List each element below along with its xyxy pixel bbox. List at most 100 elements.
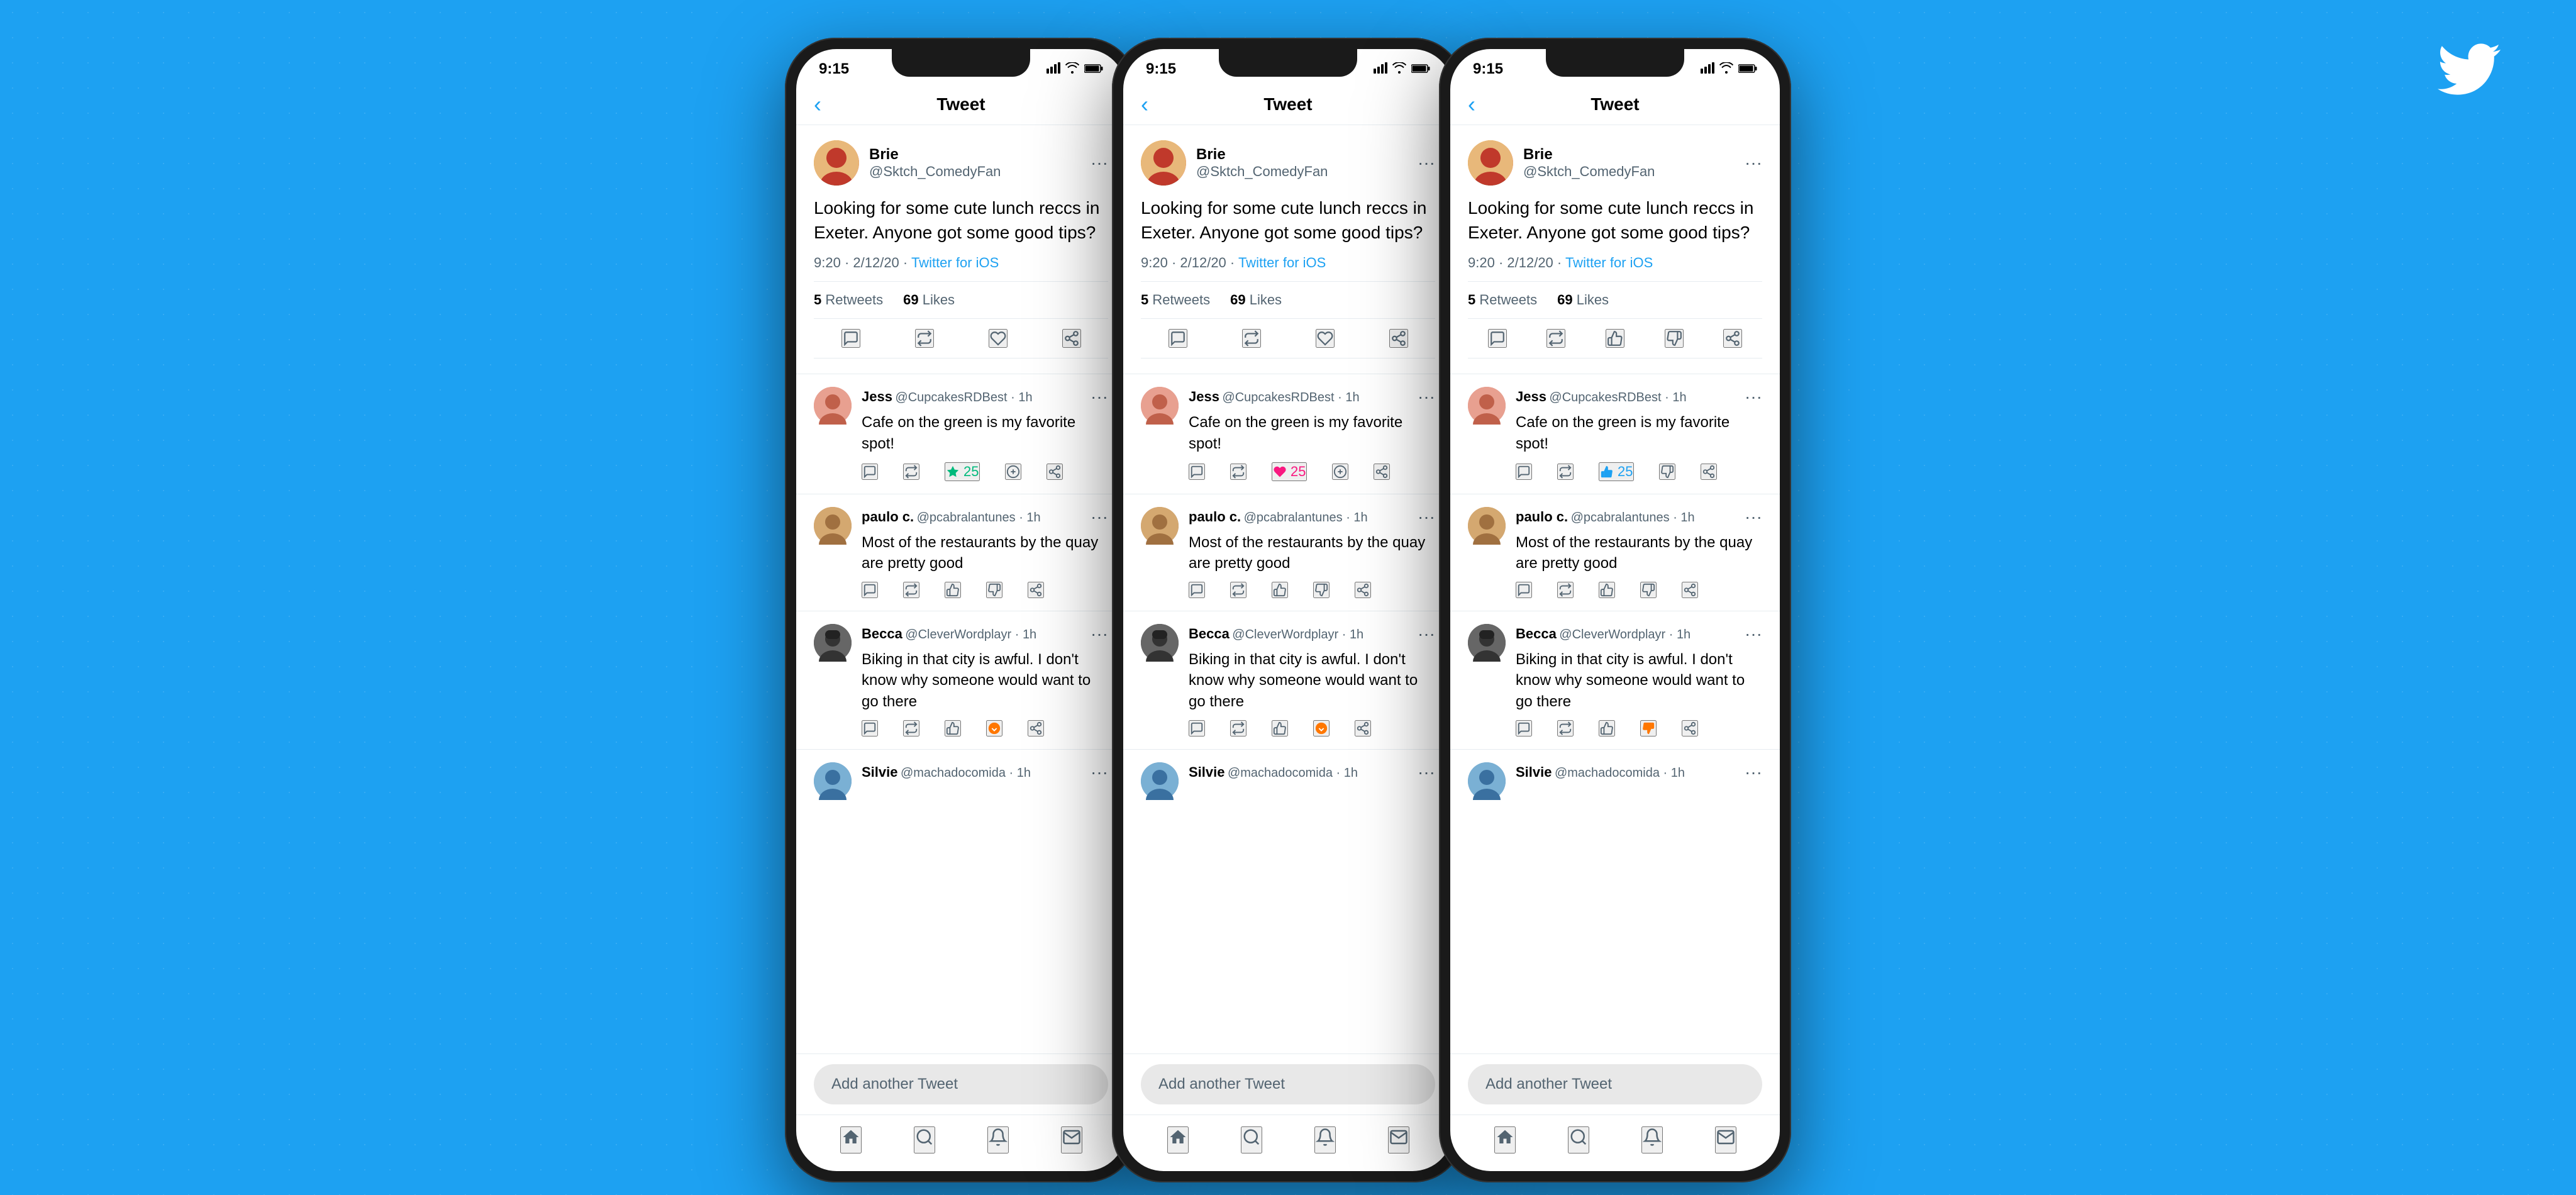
reply-p2-2-comment[interactable] (1189, 582, 1205, 598)
reply-1-author-info: Jess @CupcakesRDBest · 1h (862, 389, 1033, 405)
reply-p3-1-share[interactable] (1701, 464, 1717, 480)
reply-p3-3-handle: @CleverWordplayr · 1h (1559, 628, 1690, 642)
phone-3-platform-link[interactable]: Twitter for iOS (1565, 255, 1653, 270)
reply-p3-3-thumbsup[interactable] (1599, 720, 1615, 736)
reply-p3-1-thumbsup[interactable]: 25 (1599, 462, 1634, 481)
reply-p2-1-comment[interactable] (1189, 464, 1205, 480)
phone-1-platform-link[interactable]: Twitter for iOS (911, 255, 999, 270)
reply-p3-2-thumbsdown[interactable] (1640, 582, 1657, 598)
reply-2-comment[interactable] (862, 582, 878, 598)
phone-2-bottom-nav (1123, 1114, 1453, 1171)
phone-3-retweet-action[interactable] (1546, 329, 1565, 348)
phone-3-dislike-action[interactable] (1665, 329, 1684, 348)
reply-p2-1-heart[interactable]: 25 (1272, 462, 1307, 481)
phone-1-mail-nav[interactable] (1061, 1126, 1082, 1153)
reply-3-retweet[interactable] (903, 720, 919, 736)
phone-2-retweet-action[interactable] (1242, 329, 1261, 348)
reply-p3-3-more[interactable]: ··· (1745, 624, 1762, 644)
reply-p2-3-more[interactable]: ··· (1418, 624, 1435, 644)
phone-1-notif-nav[interactable] (987, 1126, 1009, 1153)
reply-3-downvote[interactable] (986, 720, 1002, 736)
reply-2-retweet[interactable] (903, 582, 919, 598)
reply-p2-1-retweet[interactable] (1230, 464, 1246, 480)
reply-3-more[interactable]: ··· (1091, 624, 1108, 644)
reply-p3-4-more[interactable]: ··· (1745, 762, 1762, 782)
reply-p3-2-more[interactable]: ··· (1745, 507, 1762, 527)
phone-1-search-nav[interactable] (914, 1126, 935, 1153)
reply-p3-1-thumbsdown[interactable] (1659, 464, 1675, 480)
reply-p2-4-more[interactable]: ··· (1418, 762, 1435, 782)
phone-1-like-action[interactable] (989, 329, 1008, 348)
phone-3-add-tweet-btn[interactable]: Add another Tweet (1468, 1064, 1762, 1104)
reply-p3-3-thumbsdown[interactable] (1640, 720, 1657, 736)
reply-p2-1-share[interactable] (1374, 464, 1390, 480)
phone-3-mail-nav[interactable] (1715, 1126, 1736, 1153)
reply-1-more[interactable]: ··· (1091, 387, 1108, 407)
phone-3-back-btn[interactable]: ‹ (1468, 91, 1475, 118)
phone-3-notif-nav[interactable] (1641, 1126, 1663, 1153)
reply-p3-2-share[interactable] (1682, 582, 1698, 598)
reply-1-comment[interactable] (862, 464, 878, 480)
reply-p3-1-retweet[interactable] (1557, 464, 1574, 480)
reply-3-comment[interactable] (862, 720, 878, 736)
phone-3-share-action[interactable] (1723, 329, 1742, 348)
reply-3-share[interactable] (1028, 720, 1044, 736)
phone-1-home-nav[interactable] (840, 1126, 862, 1153)
reply-1-downvote[interactable] (1005, 464, 1021, 480)
reply-p2-2-share[interactable] (1355, 582, 1371, 598)
reply-p2-1-downvote[interactable] (1332, 464, 1348, 480)
phone-2-more-btn[interactable]: ··· (1418, 153, 1435, 173)
reply-1-share[interactable] (1046, 464, 1063, 480)
phone-3-reply-action[interactable] (1488, 329, 1507, 348)
reply-p3-3-share[interactable] (1682, 720, 1698, 736)
reply-p3-1-more[interactable]: ··· (1745, 387, 1762, 407)
phone-1-more-btn[interactable]: ··· (1091, 153, 1108, 173)
phone-1-back-btn[interactable]: ‹ (814, 91, 821, 118)
reply-4-more[interactable]: ··· (1091, 762, 1108, 782)
reply-p2-3-comment[interactable] (1189, 720, 1205, 736)
reply-p2-2-retweet[interactable] (1230, 582, 1246, 598)
phone-2-mail-nav[interactable] (1388, 1126, 1409, 1153)
reply-p3-2-retweet[interactable] (1557, 582, 1574, 598)
reply-p3-2-thumbsup[interactable] (1599, 582, 1615, 598)
phone-3-search-nav[interactable] (1568, 1126, 1589, 1153)
reply-p3-1-comment[interactable] (1516, 464, 1532, 480)
phone-2-search-nav[interactable] (1241, 1126, 1262, 1153)
reply-1-retweet[interactable] (903, 464, 919, 480)
reply-p3-2-comment[interactable] (1516, 582, 1532, 598)
reply-p2-2-more[interactable]: ··· (1418, 507, 1435, 527)
phone-3-more-btn[interactable]: ··· (1745, 153, 1762, 173)
phone-2-reply-action[interactable] (1169, 329, 1187, 348)
phone-3-like-action[interactable] (1606, 329, 1624, 348)
reply-p3-3-retweet[interactable] (1557, 720, 1574, 736)
reply-p2-3-upvote[interactable] (1272, 720, 1288, 736)
phone-2-platform-link[interactable]: Twitter for iOS (1238, 255, 1326, 270)
phone-2-add-tweet-btn[interactable]: Add another Tweet (1141, 1064, 1435, 1104)
phone-2-back-btn[interactable]: ‹ (1141, 91, 1148, 118)
reply-p2-1-more[interactable]: ··· (1418, 387, 1435, 407)
phone-1-reply-action[interactable] (841, 329, 860, 348)
phone-2-home-nav[interactable] (1167, 1126, 1189, 1153)
phone-2-like-action[interactable] (1316, 329, 1335, 348)
phone-2-share-action[interactable] (1389, 329, 1408, 348)
phone-3-home-nav[interactable] (1494, 1126, 1516, 1153)
reply-p2-3-retweet[interactable] (1230, 720, 1246, 736)
reply-p2-3-share[interactable] (1355, 720, 1371, 736)
phone-1-add-tweet-btn[interactable]: Add another Tweet (814, 1064, 1108, 1104)
reply-2-upvote[interactable] (945, 582, 961, 598)
reply-p2-2-upvote[interactable] (1272, 582, 1288, 598)
reply-p3-3-comment[interactable] (1516, 720, 1532, 736)
wifi-icon (1392, 61, 1406, 77)
phone-2-notif-nav[interactable] (1314, 1126, 1336, 1153)
reply-p2-3-actions (1189, 720, 1435, 736)
reply-p2-4-header: Silvie @machadocomida · 1h ··· (1189, 762, 1435, 782)
reply-1-upvote[interactable]: 25 (945, 462, 980, 481)
reply-p2-3-downvote[interactable] (1313, 720, 1330, 736)
reply-2-downvote[interactable] (986, 582, 1002, 598)
reply-2-more[interactable]: ··· (1091, 507, 1108, 527)
reply-3-upvote[interactable] (945, 720, 961, 736)
reply-2-share[interactable] (1028, 582, 1044, 598)
phone-1-retweet-action[interactable] (915, 329, 934, 348)
phone-1-share-action[interactable] (1062, 329, 1081, 348)
reply-p2-2-downvote[interactable] (1313, 582, 1330, 598)
